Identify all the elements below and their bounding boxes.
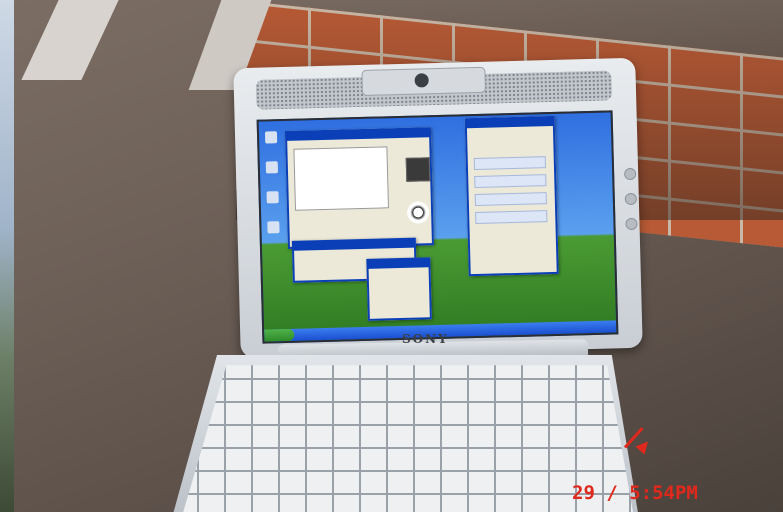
desktop-icon: [264, 131, 278, 144]
desktop-icon: [267, 221, 280, 234]
list-item: [473, 156, 546, 171]
photo-scene: SONY 29 / 5:54PM: [0, 0, 783, 512]
webcam-housing: [361, 66, 486, 96]
webcam-lens: [414, 73, 429, 88]
laptop-lid: [233, 57, 643, 359]
side-button: [625, 217, 638, 231]
start-button: [264, 328, 295, 342]
contacts-window: [464, 115, 559, 277]
list-item: [474, 192, 547, 207]
date-time-stamp: 29 / 5:54PM: [572, 482, 698, 504]
avatar: [405, 157, 431, 182]
avatar-soccer-ball: [406, 201, 430, 224]
list-item: [474, 174, 547, 189]
desktop-icon: [266, 191, 279, 204]
laptop-screen: [256, 110, 619, 344]
outdoor-edge: [0, 0, 14, 512]
side-button: [624, 192, 637, 206]
chat-window: [284, 127, 434, 249]
keyboard: [179, 365, 636, 512]
side-button: [624, 167, 637, 181]
list-item: [475, 210, 548, 225]
brand-logo: SONY: [402, 332, 449, 346]
chat-text-area: [293, 146, 389, 211]
notification-window: [366, 257, 432, 321]
laptop-base: [170, 355, 640, 512]
desktop-icon: [265, 161, 279, 174]
